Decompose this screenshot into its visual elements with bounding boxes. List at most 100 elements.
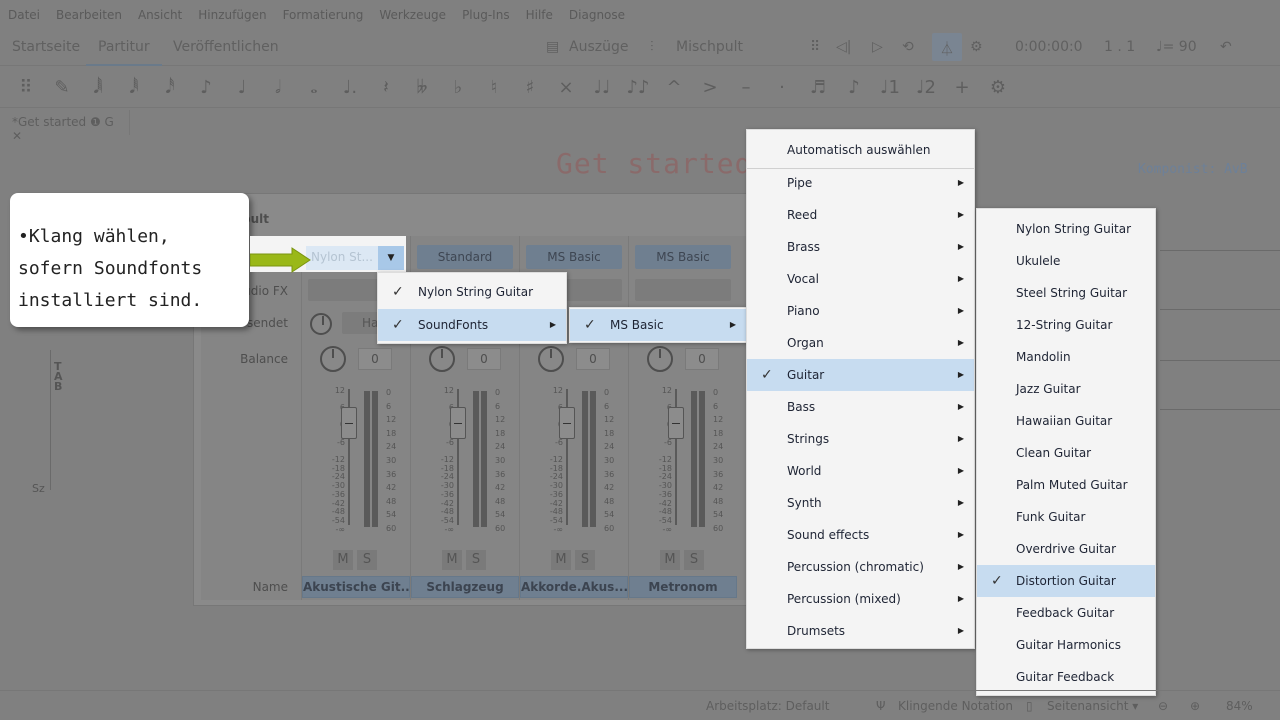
- view-mode-selector[interactable]: Seitenansicht ▾: [1047, 699, 1138, 713]
- menu-item[interactable]: Funk Guitar: [977, 501, 1155, 533]
- menu-item[interactable]: Hawaiian Guitar: [977, 405, 1155, 437]
- volume-fader-handle[interactable]: [450, 407, 466, 439]
- toolbar-button-icon[interactable]: ✎: [44, 77, 80, 98]
- menu-item[interactable]: Automatisch auswählen: [747, 134, 974, 166]
- toolbar-button-icon[interactable]: ♩♩: [584, 77, 620, 98]
- toolbar-button-icon[interactable]: ×: [548, 77, 584, 98]
- menu-item[interactable]: ✓ MS Basic ▶: [570, 309, 746, 341]
- tab-home[interactable]: Startseite: [12, 39, 80, 55]
- toolbar-button-icon[interactable]: ♬: [800, 77, 836, 98]
- toolbar-button-icon[interactable]: 𝄽: [368, 77, 404, 98]
- volume-fader-handle[interactable]: [341, 407, 357, 439]
- play-icon[interactable]: ▷: [872, 39, 883, 55]
- sound-preset-button[interactable]: MS Basic: [526, 245, 622, 269]
- toolbar-button-icon[interactable]: ^: [656, 77, 692, 98]
- balance-knob[interactable]: [429, 346, 455, 372]
- menu-7[interactable]: Hilfe: [526, 8, 553, 22]
- toolbar-button-icon[interactable]: ♩.: [332, 77, 368, 98]
- solo-button[interactable]: S: [575, 550, 595, 570]
- menu-item[interactable]: Clean Guitar: [977, 437, 1155, 469]
- menu-item[interactable]: Percussion (mixed) ▶: [747, 583, 974, 615]
- toolbar-button-icon[interactable]: 𝅘𝅥𝅲: [80, 77, 116, 98]
- toolbar-button-icon[interactable]: ·: [764, 77, 800, 98]
- menu-item[interactable]: Strings ▶: [747, 423, 974, 455]
- menu-item[interactable]: Guitar Feedback: [977, 661, 1155, 693]
- toolbar-button-icon[interactable]: ♩2: [908, 77, 944, 98]
- menu-item[interactable]: ✓ Nylon String Guitar: [378, 276, 566, 308]
- menu-item[interactable]: Organ ▶: [747, 327, 974, 359]
- concert-pitch-toggle[interactable]: Klingende Notation: [898, 699, 1013, 713]
- sound-preset-button[interactable]: MS Basic: [635, 245, 731, 269]
- menu-item[interactable]: Guitar Harmonics: [977, 629, 1155, 661]
- toolbar-button-icon[interactable]: 𝅗𝅥: [260, 77, 296, 98]
- menu-item[interactable]: 12-String Guitar: [977, 309, 1155, 341]
- balance-value[interactable]: 0: [467, 348, 501, 370]
- menu-item[interactable]: Steel String Guitar: [977, 277, 1155, 309]
- toolbar-button-icon[interactable]: ♭: [440, 77, 476, 98]
- menu-item[interactable]: Bass ▶: [747, 391, 974, 423]
- toolbar-button-icon[interactable]: ⚙: [980, 77, 1016, 98]
- menu-5[interactable]: Werkzeuge: [379, 8, 446, 22]
- menu-item[interactable]: Ukulele: [977, 245, 1155, 277]
- balance-knob[interactable]: [647, 346, 673, 372]
- menu-1[interactable]: Bearbeiten: [56, 8, 122, 22]
- menu-item[interactable]: ✓ Distortion Guitar: [977, 565, 1155, 597]
- loop-icon[interactable]: ⟲: [902, 39, 914, 55]
- menu-item[interactable]: Vocal ▶: [747, 263, 974, 295]
- toolbar-button-icon[interactable]: 𝅘𝅥𝅱: [116, 77, 152, 98]
- mute-button[interactable]: M: [660, 550, 680, 570]
- menu-item[interactable]: ✓ SoundFonts ▶: [378, 309, 566, 341]
- chevron-down-icon[interactable]: ▼: [378, 246, 404, 270]
- menu-3[interactable]: Hinzufügen: [198, 8, 266, 22]
- menu-4[interactable]: Formatierung: [283, 8, 364, 22]
- solo-button[interactable]: S: [357, 550, 377, 570]
- toolbar-button-icon[interactable]: ♪♪: [620, 77, 656, 98]
- balance-knob[interactable]: [538, 346, 564, 372]
- menu-8[interactable]: Diagnose: [569, 8, 625, 22]
- menu-item[interactable]: Synth ▶: [747, 487, 974, 519]
- menu-2[interactable]: Ansicht: [138, 8, 182, 22]
- audio-fx-slot[interactable]: [635, 279, 731, 301]
- menu-item[interactable]: Reed ▶: [747, 199, 974, 231]
- toolbar-button-icon[interactable]: 𝅝: [296, 77, 332, 98]
- toolbar-button-icon[interactable]: >: [692, 77, 728, 98]
- sound-dropdown[interactable]: Nylon St... ▼: [306, 246, 404, 270]
- menu-item[interactable]: Sound effects ▶: [747, 519, 974, 551]
- channel-name[interactable]: Schlagzeug: [411, 576, 519, 598]
- balance-knob[interactable]: [320, 346, 346, 372]
- solo-button[interactable]: S: [466, 550, 486, 570]
- rewind-icon[interactable]: ◁|: [836, 39, 851, 55]
- toolbar-button-icon[interactable]: ♪: [836, 77, 872, 98]
- toolbar-button-icon[interactable]: ♪: [188, 77, 224, 98]
- balance-value[interactable]: 0: [358, 348, 392, 370]
- menu-item[interactable]: Palm Muted Guitar: [977, 469, 1155, 501]
- tab-publish[interactable]: Veröffentlichen: [173, 39, 279, 55]
- sound-preset-button[interactable]: Standard: [417, 245, 513, 269]
- menu-item[interactable]: Overdrive Guitar: [977, 533, 1155, 565]
- document-tab[interactable]: *Get started ❶ G ✕: [0, 110, 130, 143]
- menu-item[interactable]: Brass ▶: [747, 231, 974, 263]
- menu-item[interactable]: ✓ Guitar ▶: [747, 359, 974, 391]
- zoom-out-icon[interactable]: ⊖: [1158, 699, 1168, 713]
- balance-value[interactable]: 0: [685, 348, 719, 370]
- gear-icon[interactable]: ⚙: [970, 39, 983, 55]
- mute-button[interactable]: M: [442, 550, 462, 570]
- channel-name[interactable]: Akustische Git...: [302, 576, 410, 598]
- tab-score[interactable]: Partitur: [98, 39, 150, 55]
- menu-0[interactable]: Datei: [8, 8, 40, 22]
- toolbar-button-icon[interactable]: ⠿: [8, 77, 44, 98]
- mixer-button[interactable]: Mischpult: [676, 39, 743, 55]
- volume-fader-handle[interactable]: [668, 407, 684, 439]
- channel-name[interactable]: Metronom: [629, 576, 737, 598]
- menu-item[interactable]: Pipe ▶: [747, 167, 974, 199]
- mute-button[interactable]: M: [551, 550, 571, 570]
- workspace-selector[interactable]: Arbeitsplatz: Default: [706, 699, 829, 713]
- channel-name[interactable]: Akkorde.Akus...: [520, 576, 628, 598]
- parts-button[interactable]: Auszüge: [569, 39, 628, 55]
- menu-item[interactable]: Nylon String Guitar: [977, 213, 1155, 245]
- menu-item[interactable]: Drumsets ▶: [747, 615, 974, 647]
- menu-item[interactable]: Feedback Guitar: [977, 597, 1155, 629]
- toolbar-button-icon[interactable]: ♮: [476, 77, 512, 98]
- toolbar-button-icon[interactable]: +: [944, 77, 980, 98]
- mute-button[interactable]: M: [333, 550, 353, 570]
